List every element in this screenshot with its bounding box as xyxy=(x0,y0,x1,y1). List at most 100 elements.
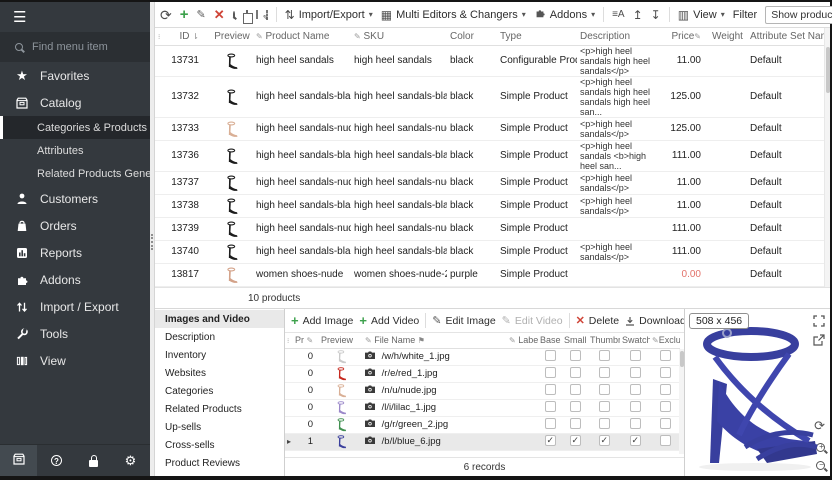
scrollbar-thumb[interactable] xyxy=(680,351,684,367)
sidebar-item-categories-products[interactable]: Categories & Products xyxy=(0,116,150,139)
image-row[interactable]: ▸ 1 /b/l/blue_6.jpg xyxy=(285,433,680,450)
column-header-thumbnail[interactable]: Thumbna xyxy=(588,333,620,348)
product-row[interactable]: ▸ 13737 high heel sandals-nude-36 high h… xyxy=(155,171,824,194)
small-checkbox[interactable] xyxy=(570,384,581,395)
refresh-button[interactable]: ⟳ xyxy=(160,8,172,22)
product-row[interactable]: ▸ 13740 high heel sandals-black-38 high … xyxy=(155,240,824,263)
image-row[interactable]: ▸ 0 /r/e/red_1.jpg xyxy=(285,365,680,382)
sidebar-item-related-products-generator[interactable]: Related Products Generator xyxy=(0,162,150,185)
column-header-type[interactable]: Type xyxy=(497,28,577,45)
exclude-checkbox[interactable] xyxy=(660,384,671,395)
product-row[interactable]: ▸ 13738 high heel sandals-black-37 high … xyxy=(155,194,824,217)
sidebar-item-customers[interactable]: Customers xyxy=(0,185,150,212)
details-tab[interactable]: Description xyxy=(155,328,284,346)
details-tab[interactable]: Inventory xyxy=(155,346,284,364)
column-header-color[interactable]: Color xyxy=(447,28,497,45)
image-row[interactable]: ▸ 0 /l/i/lilac_1.jpg xyxy=(285,399,680,416)
column-header-preview[interactable]: Preview xyxy=(319,333,363,348)
copy-button[interactable] xyxy=(246,10,248,19)
swatch-checkbox[interactable] xyxy=(630,435,641,446)
swatch-checkbox[interactable] xyxy=(630,401,641,412)
swatch-checkbox[interactable] xyxy=(630,418,641,429)
swatch-checkbox[interactable] xyxy=(630,350,641,361)
search-button[interactable] xyxy=(233,11,235,19)
image-row[interactable]: ▸ 0 /n/u/nude.jpg xyxy=(285,382,680,399)
sidebar-item-import-export[interactable]: Import / Export xyxy=(0,293,150,320)
sidebar-item-addons[interactable]: Addons xyxy=(0,266,150,293)
product-row[interactable]: ▸ 13733 high heel sandals-nude high heel… xyxy=(155,117,824,140)
product-row[interactable]: ▸ 13739 high heel sandals-nude-37 high h… xyxy=(155,217,824,240)
base-checkbox[interactable] xyxy=(545,435,556,446)
thumbnail-checkbox[interactable] xyxy=(599,401,610,412)
details-tab[interactable]: Related Products xyxy=(155,400,284,418)
product-row[interactable]: ▸ 13731 high heel sandals high heel sand… xyxy=(155,45,824,76)
sidebar-item-orders[interactable]: Orders xyxy=(0,212,150,239)
help-button[interactable]: ? xyxy=(38,445,75,476)
image-row[interactable]: ▸ 0 /w/h/white_1.jpg xyxy=(285,348,680,365)
column-header-price[interactable]: Price✎ xyxy=(661,28,709,45)
sidebar-item-tools[interactable]: Tools xyxy=(0,320,150,347)
sidebar-item-catalog[interactable]: Catalog xyxy=(0,89,150,116)
base-checkbox[interactable] xyxy=(545,401,556,412)
product-row[interactable]: ▸ 13736 high heel sandals-black-36 high … xyxy=(155,140,824,171)
edit-video-button[interactable]: ✎Edit Video xyxy=(502,314,563,327)
hamburger-menu-button[interactable]: ☰ xyxy=(0,2,150,32)
column-header-product-name[interactable]: ✎ Product Name xyxy=(253,28,351,45)
images-scrollbar[interactable] xyxy=(679,349,684,454)
edit-product-button[interactable]: ✎ xyxy=(197,8,206,21)
add-video-button[interactable]: +Add Video xyxy=(359,313,419,328)
exclude-checkbox[interactable] xyxy=(660,435,671,446)
column-header-id[interactable]: ID ⇂ xyxy=(163,28,211,45)
thumbnail-checkbox[interactable] xyxy=(599,384,610,395)
thumbnail-checkbox[interactable] xyxy=(599,435,610,446)
delete-image-button[interactable]: ✕Delete xyxy=(576,314,620,327)
view-menu[interactable]: ▥ View ▾ xyxy=(678,9,725,21)
small-checkbox[interactable] xyxy=(570,418,581,429)
add-product-button[interactable]: + xyxy=(180,6,189,23)
details-tab[interactable]: Categories xyxy=(155,382,284,400)
sidebar-item-view[interactable]: View xyxy=(0,347,150,374)
edit-in-popup-button[interactable] xyxy=(266,10,268,20)
thumbnail-checkbox[interactable] xyxy=(599,350,610,361)
addons-menu[interactable]: Addons ▾ xyxy=(534,7,595,22)
exclude-checkbox[interactable] xyxy=(660,350,671,361)
column-header-weight[interactable]: Weight xyxy=(709,28,747,45)
edit-image-button[interactable]: ✎Edit Image xyxy=(432,314,495,327)
column-header-base[interactable]: Base xyxy=(538,333,562,348)
exclude-checkbox[interactable] xyxy=(660,367,671,378)
move-row-down-button[interactable]: ↧ xyxy=(651,9,661,21)
products-scrollbar[interactable] xyxy=(824,28,830,287)
swatch-checkbox[interactable] xyxy=(630,367,641,378)
product-row[interactable]: ▸ 13931 new High Heels Sandals High Geel… xyxy=(155,286,824,288)
base-checkbox[interactable] xyxy=(545,350,556,361)
image-row[interactable]: ▸ 0 /g/r/green_2.jpg xyxy=(285,416,680,433)
font-settings-button[interactable]: ≡A xyxy=(612,10,625,20)
swatch-checkbox[interactable] xyxy=(630,384,641,395)
small-checkbox[interactable] xyxy=(570,350,581,361)
import-export-menu[interactable]: ⇅ Import/Export ▾ xyxy=(285,9,373,21)
column-header-label[interactable]: ✎ Label xyxy=(507,333,538,348)
column-header-small[interactable]: Small xyxy=(562,333,588,348)
details-tab[interactable]: Up-sells xyxy=(155,418,284,436)
base-checkbox[interactable] xyxy=(545,418,556,429)
column-header-swatch[interactable]: Swatch xyxy=(620,333,650,348)
details-tab[interactable]: Cross-sells xyxy=(155,436,284,454)
checker-button[interactable] xyxy=(256,10,258,19)
thumbnail-checkbox[interactable] xyxy=(599,418,610,429)
column-header-description[interactable]: Description xyxy=(577,28,661,45)
exclude-checkbox[interactable] xyxy=(660,418,671,429)
sidebar-item-favorites[interactable]: ★ Favorites xyxy=(0,62,150,89)
lock-button[interactable] xyxy=(75,445,112,476)
small-checkbox[interactable] xyxy=(570,435,581,446)
column-header-preview[interactable]: Preview xyxy=(211,28,253,45)
add-image-button[interactable]: +Add Image xyxy=(291,313,353,328)
sidebar-item-attributes[interactable]: Attributes xyxy=(0,139,150,162)
details-tab[interactable]: Images and Video xyxy=(155,310,284,328)
column-header-position[interactable]: Pr ✎ xyxy=(293,333,319,348)
sidebar-search[interactable]: Find menu item xyxy=(0,32,150,62)
small-checkbox[interactable] xyxy=(570,401,581,412)
base-checkbox[interactable] xyxy=(545,367,556,378)
delete-product-button[interactable]: ✕ xyxy=(214,7,225,23)
exclude-checkbox[interactable] xyxy=(660,401,671,412)
product-row[interactable]: ▸ 13817 women shoes-nude women shoes-nud… xyxy=(155,263,824,286)
